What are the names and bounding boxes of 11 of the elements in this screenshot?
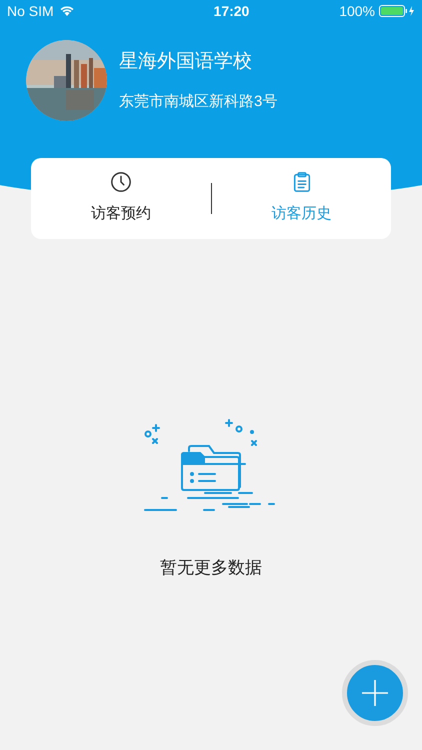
- school-name: 星海外国语学校: [119, 50, 253, 74]
- school-address: 东莞市南城区新科路3号: [119, 92, 278, 112]
- carrier-label: No SIM: [7, 2, 54, 20]
- wifi-icon: [60, 6, 74, 16]
- plus-icon: [362, 680, 388, 706]
- clock-icon: [110, 171, 132, 194]
- empty-message: 暂无更多数据: [160, 557, 262, 579]
- clock-time: 17:20: [214, 2, 250, 20]
- battery-icon: [379, 5, 415, 17]
- tab[interactable]: 访客预约: [31, 171, 211, 226]
- battery-percent: 100%: [339, 2, 375, 20]
